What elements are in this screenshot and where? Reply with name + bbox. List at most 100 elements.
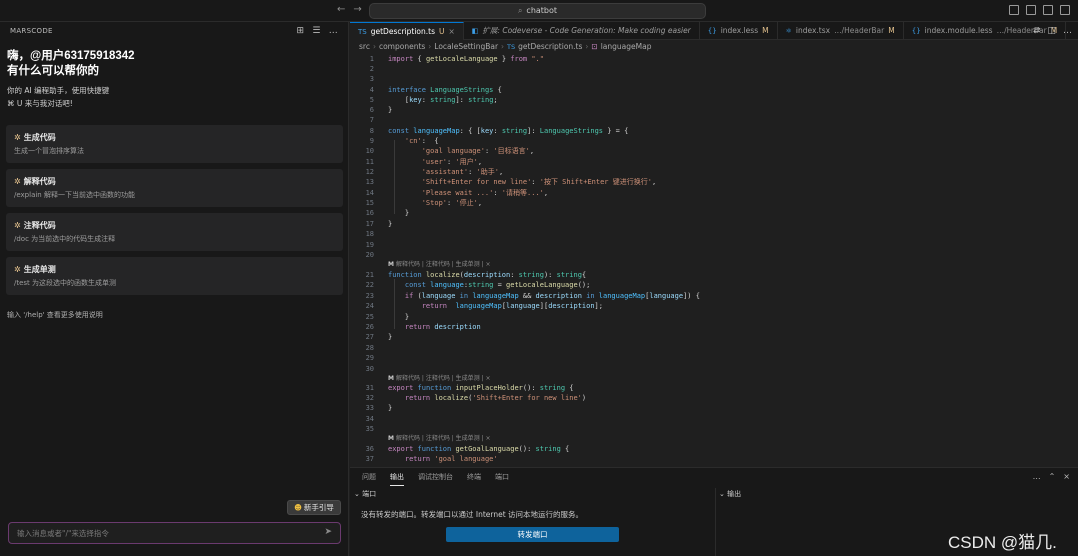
panel-tab-ports[interactable]: 端口 <box>495 468 509 486</box>
code-line: 36 export function getGoalLanguage(): str… <box>365 445 570 453</box>
greeting-line-1: 嗨，@用户63175918342 <box>7 50 135 62</box>
code-line: 25 } <box>365 313 410 321</box>
sparkle-icon: ✲ <box>14 221 21 230</box>
code-line: 15 'Stop': '停止', <box>365 199 483 207</box>
suggestion-card[interactable]: ✲ 生成单测 /test 为这段选中的函数生成单测 <box>6 257 343 295</box>
toggle-secondary-sidebar-icon[interactable] <box>1043 5 1053 15</box>
codelens[interactable]: M 解释代码 | 注释代码 | 生成单测 | × <box>388 260 491 270</box>
suggestion-card[interactable]: ✲ 解释代码 /explain 解释一下当前选中函数的功能 <box>6 169 343 207</box>
tab-index-less[interactable]: {} index.less M <box>700 22 778 40</box>
toggle-panel-icon[interactable] <box>1026 5 1036 15</box>
code-line: 24 return languageMap[language][descript… <box>365 302 603 310</box>
chat-input-box: ➤ <box>8 522 341 544</box>
code-line: 12 'assistant': '助手', <box>365 168 504 176</box>
chevron-right-icon: › <box>501 42 505 51</box>
tab-get-description[interactable]: TS getDescription.ts U × <box>350 22 464 40</box>
chat-input[interactable] <box>9 523 309 543</box>
intro-line-1: 你的 AI 编程助手，使用快捷键 <box>7 86 110 95</box>
tab-extension[interactable]: ◧ 扩展: Codeverse - Code Generation: Make c… <box>464 22 700 40</box>
intro-text: 你的 AI 编程助手，使用快捷键 ⌘ U 来与我对话吧! <box>0 79 348 110</box>
code-line: 6} <box>369 106 393 114</box>
codelens-actions[interactable]: 解释代码 | 注释代码 | 生成单测 | × <box>396 375 491 382</box>
compare-icon[interactable]: ⇄ <box>1033 26 1041 36</box>
panel-tab-output[interactable]: 输出 <box>390 468 404 486</box>
panel-tab-terminal[interactable]: 终端 <box>467 468 481 486</box>
tab-label: index.less <box>720 26 759 35</box>
code-line: 10 'goal language': '目标语言', <box>365 147 535 155</box>
more-actions-icon[interactable]: … <box>1063 26 1072 36</box>
marscode-logo-icon: M <box>388 375 394 382</box>
section-label: 输出 <box>727 490 742 498</box>
panel-tabs: 问题 输出 调试控制台 终端 端口 <box>350 468 1078 486</box>
more-icon[interactable]: … <box>329 26 338 36</box>
editor-tabs: TS getDescription.ts U × ◧ 扩展: Codeverse - C… <box>350 22 1078 40</box>
tab-index-tsx[interactable]: ⚛ index.tsx …/HeaderBar M <box>778 22 904 40</box>
code-line: 34 <box>365 415 374 423</box>
arrow-right-icon[interactable]: → <box>353 4 369 15</box>
code-line: 31 export function inputPlaceHolder(): st… <box>365 384 574 392</box>
maximize-panel-icon[interactable]: ⌃ <box>1049 472 1056 481</box>
new-chat-icon[interactable]: ⊞ <box>296 26 304 36</box>
ports-section-header[interactable]: ⌄ 端口 <box>354 488 376 500</box>
sparkle-icon: ✲ <box>14 133 21 142</box>
close-icon[interactable]: × <box>449 27 455 36</box>
send-icon[interactable]: ➤ <box>324 527 332 537</box>
guide-button[interactable]: ☻ 新手引导 <box>287 500 341 515</box>
code-line: 7 <box>369 116 374 124</box>
arrow-left-icon[interactable]: ← <box>337 4 353 15</box>
panel-tab-problems[interactable]: 问题 <box>362 468 376 486</box>
chevron-down-icon: ⌄ <box>354 490 363 498</box>
command-center-search[interactable]: ⌕ chatbot <box>369 3 706 19</box>
greeting-line-2: 有什么可以帮你的 <box>7 65 99 77</box>
breadcrumb-item[interactable]: languageMap <box>601 42 652 51</box>
breadcrumb-item[interactable]: getDescription.ts <box>518 42 582 51</box>
section-label: 端口 <box>362 490 377 498</box>
layout-controls <box>1009 5 1070 15</box>
codelens[interactable]: M 解释代码 | 注释代码 | 生成单测 | × <box>388 434 491 444</box>
more-icon[interactable]: … <box>1033 472 1041 481</box>
close-panel-icon[interactable]: × <box>1063 472 1070 481</box>
guide-icon: ☻ <box>294 503 302 512</box>
forward-port-button[interactable]: 转发端口 <box>446 527 619 542</box>
codelens-actions[interactable]: 解释代码 | 注释代码 | 生成单测 | × <box>396 261 491 268</box>
card-title: 生成代码 <box>23 133 56 142</box>
panel-tab-debug-console[interactable]: 调试控制台 <box>418 468 453 486</box>
card-description: /doc 为当前选中的代码生成注释 <box>14 235 116 243</box>
panel-divider <box>715 488 716 556</box>
customize-layout-icon[interactable] <box>1060 5 1070 15</box>
history-icon[interactable]: ☰ <box>312 26 320 36</box>
split-editor-icon[interactable]: ◫ <box>1047 26 1056 36</box>
marscode-logo-icon: M <box>388 435 394 442</box>
code-editor[interactable]: 1 import { getLocaleLanguage } from "." 2… <box>350 54 1078 467</box>
breadcrumb-item[interactable]: components <box>379 42 425 51</box>
card-description: 生成一个冒泡排序算法 <box>14 147 84 155</box>
card-description: /explain 解释一下当前选中函数的功能 <box>14 191 135 199</box>
editor-actions: ⇄ ◫ … <box>1033 26 1072 36</box>
code-line: 16 } <box>365 209 410 217</box>
breadcrumb: src › components › LocaleSettingBar › TS getDes… <box>359 42 651 54</box>
no-ports-message: 没有转发的端口。转发端口以通过 Internet 访问本地运行的服务。 <box>361 510 584 519</box>
code-line: 8 const languageMap: { [key: string]: Lan… <box>369 127 629 135</box>
suggestion-card[interactable]: ✲ 注释代码 /doc 为当前选中的代码生成注释 <box>6 213 343 251</box>
chevron-right-icon: › <box>585 42 589 51</box>
output-section-header[interactable]: ⌄ 输出 <box>719 488 741 500</box>
codelens-actions[interactable]: 解释代码 | 注释代码 | 生成单测 | × <box>396 435 491 442</box>
chevron-right-icon: › <box>428 42 432 51</box>
card-description: /test 为这段选中的函数生成单测 <box>14 279 117 287</box>
breadcrumb-item[interactable]: src <box>359 42 370 51</box>
suggestion-cards: ✲ 生成代码 生成一个冒泡排序算法 ✲ 解释代码 /explain 解释一下当前选中… <box>6 125 343 301</box>
chevron-right-icon: › <box>372 42 376 51</box>
code-line: 18 <box>365 230 374 238</box>
code-line: 23 if (language in languageMap && descri… <box>365 292 700 300</box>
card-title: 生成单测 <box>23 265 56 274</box>
tab-label: getDescription.ts <box>370 27 435 36</box>
suggestion-card[interactable]: ✲ 生成代码 生成一个冒泡排序算法 <box>6 125 343 163</box>
breadcrumb-item[interactable]: LocaleSettingBar <box>434 42 498 51</box>
code-line: 22 const language:string = getLocaleLang… <box>365 281 591 289</box>
code-line: 28 <box>365 344 374 352</box>
tab-status: M <box>888 26 895 35</box>
search-text: chatbot <box>526 6 558 15</box>
code-line: 21 function localize(description: string)… <box>365 271 587 279</box>
extension-icon: ◧ <box>471 27 479 35</box>
toggle-sidebar-icon[interactable] <box>1009 5 1019 15</box>
